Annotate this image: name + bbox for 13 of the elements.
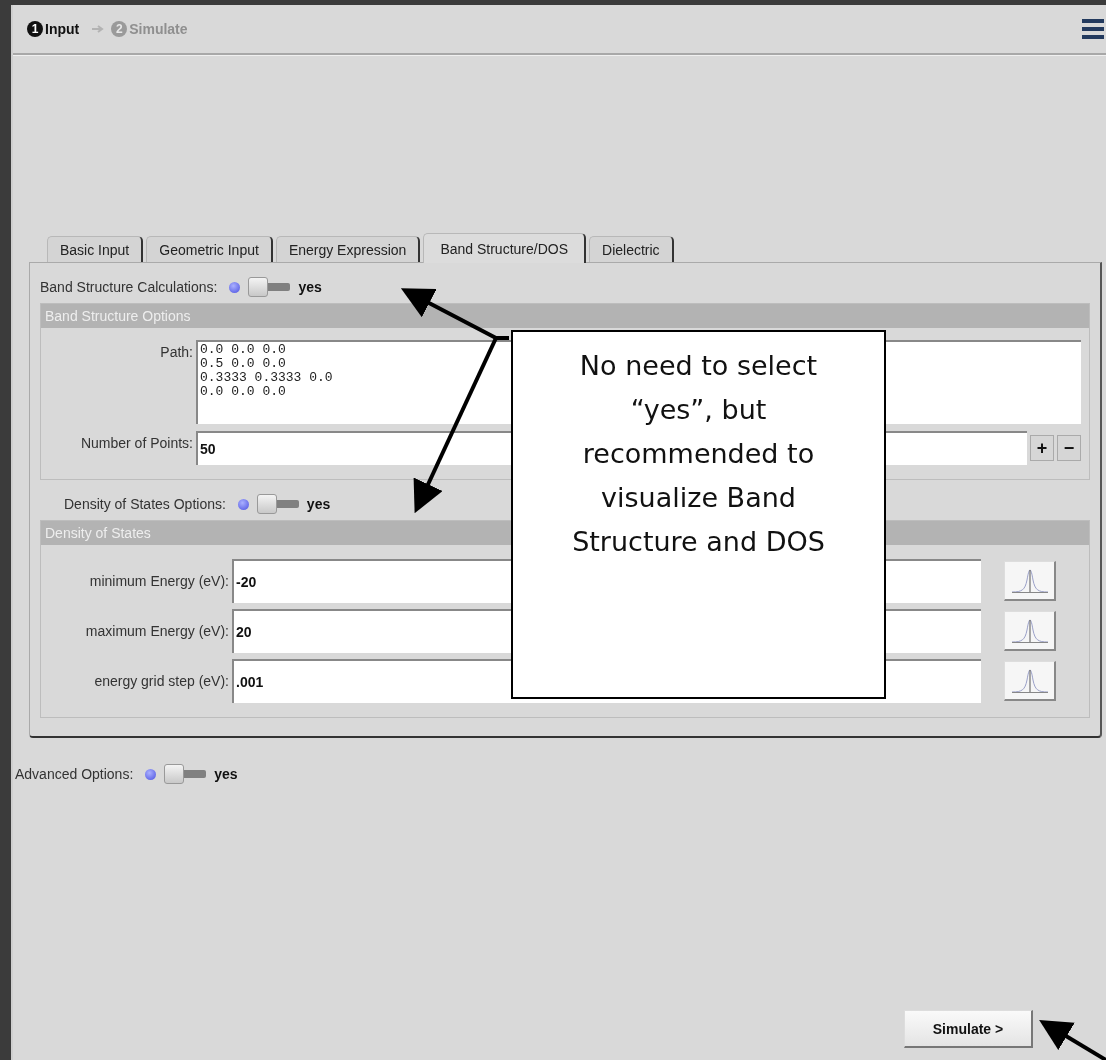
- field-label: minimum Energy (eV):: [88, 573, 229, 589]
- group-title: Band Structure Options: [41, 304, 1089, 328]
- field-label: Path:: [159, 343, 193, 360]
- switch-label: Advanced Options:: [15, 766, 134, 782]
- field-label: energy grid step (eV):: [93, 673, 229, 689]
- switch-value: yes: [214, 766, 238, 782]
- switch-label: Density of States Options:: [64, 496, 226, 512]
- field-label: Number of Points:: [79, 434, 193, 451]
- switch-value: yes: [298, 279, 322, 295]
- switch-label: Band Structure Calculations:: [40, 279, 218, 295]
- callout-tooltip: No need to select “yes”, but recommended to visualize Band Structure and DOS: [511, 330, 886, 699]
- switch-value: yes: [306, 496, 331, 512]
- field-label: maximum Energy (eV):: [84, 623, 229, 639]
